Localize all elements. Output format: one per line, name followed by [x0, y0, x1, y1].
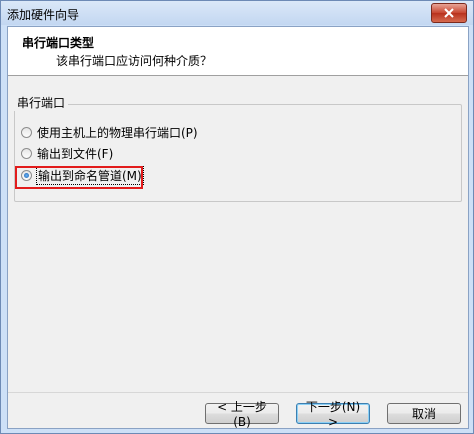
- wizard-window: 添加硬件向导 串行端口类型 该串行端口应访问何种介质？ 串行端口 使用主机上的物…: [0, 0, 474, 434]
- next-button[interactable]: 下一步(N) >: [296, 400, 370, 429]
- radio-label: 使用主机上的物理串行端口(P): [37, 125, 198, 140]
- group-legend: 串行端口: [14, 94, 69, 111]
- page-subtitle: 该串行端口应访问何种介质？: [56, 54, 213, 68]
- title-bar[interactable]: 添加硬件向导: [1, 1, 473, 25]
- wizard-header: 串行端口类型 该串行端口应访问何种介质？: [8, 27, 468, 76]
- close-icon: [444, 8, 454, 18]
- wizard-body: 串行端口类型 该串行端口应访问何种介质？ 串行端口 使用主机上的物理串行端口(P…: [7, 26, 469, 429]
- back-button[interactable]: < 上一步(B): [205, 400, 279, 429]
- radio-physical-port[interactable]: 使用主机上的物理串行端口(P): [21, 124, 198, 140]
- radio-button[interactable]: [21, 147, 32, 159]
- footer-divider: [8, 392, 468, 393]
- radio-label: 输出到文件(F): [37, 146, 114, 161]
- highlight-annotation: [15, 166, 143, 189]
- close-button[interactable]: [431, 3, 467, 23]
- radio-button[interactable]: [21, 126, 32, 138]
- window-title: 添加硬件向导: [7, 8, 80, 22]
- cancel-button[interactable]: 取消: [387, 403, 461, 424]
- radio-output-file[interactable]: 输出到文件(F): [21, 145, 113, 161]
- page-title: 串行端口类型: [22, 36, 95, 50]
